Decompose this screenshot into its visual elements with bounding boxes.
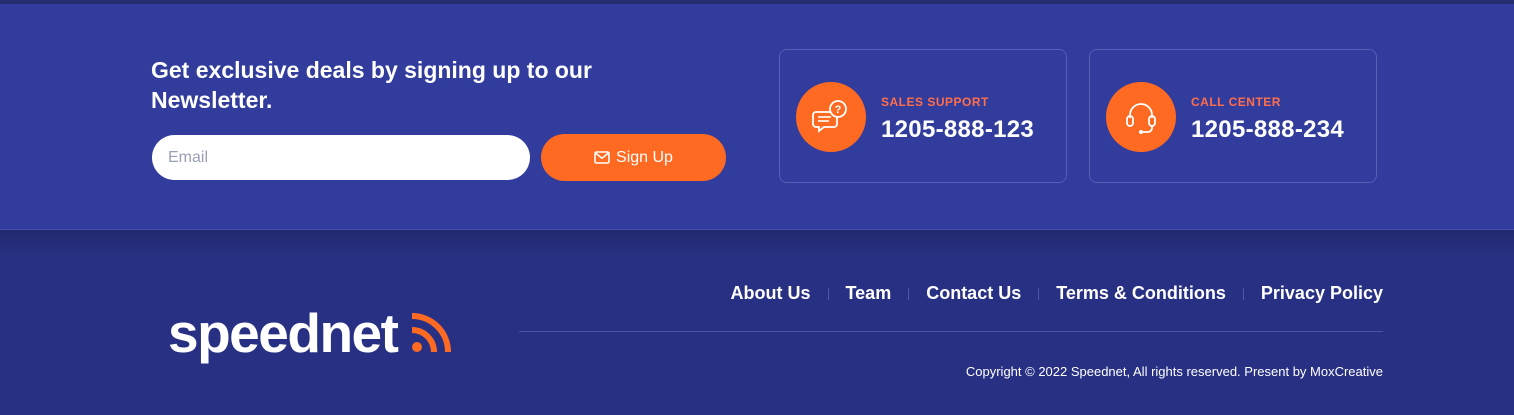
speednet-logo[interactable]: speednet (168, 302, 451, 364)
newsletter-section: Get exclusive deals by signing up to our… (0, 4, 1514, 230)
svg-text:?: ? (835, 104, 842, 116)
email-input[interactable] (152, 135, 530, 180)
nav-separator (827, 287, 829, 300)
nav-privacy-policy[interactable]: Privacy Policy (1261, 283, 1383, 304)
call-center-icon-circle (1106, 82, 1176, 152)
headset-icon (1126, 103, 1156, 134)
footer-divider (519, 331, 1383, 332)
call-center-card: CALL CENTER 1205-888-234 (1089, 49, 1377, 183)
sales-support-card: ? SALES SUPPORT 1205-888-123 (779, 49, 1067, 183)
contact-phone[interactable]: 1205-888-123 (881, 116, 1034, 144)
signal-wave-icon (411, 313, 451, 353)
nav-team[interactable]: Team (846, 283, 892, 304)
nav-about-us[interactable]: About Us (731, 283, 811, 304)
logo-text: speednet (168, 302, 399, 364)
contact-label: SALES SUPPORT (881, 95, 989, 109)
sales-support-icon-circle: ? (796, 82, 866, 152)
nav-separator (1242, 287, 1244, 300)
nav-contact-us[interactable]: Contact Us (926, 283, 1021, 304)
nav-separator (1038, 287, 1040, 300)
signup-button-label: Sign Up (616, 148, 673, 166)
signup-button[interactable]: Sign Up (541, 134, 726, 181)
nav-separator (908, 287, 910, 300)
footer: speednet About Us Team Contact Us Terms … (0, 230, 1514, 415)
contact-phone[interactable]: 1205-888-234 (1191, 116, 1344, 144)
footer-nav: About Us Team Contact Us Terms & Conditi… (731, 283, 1383, 304)
chat-question-icon: ? (812, 100, 847, 133)
nav-terms-conditions[interactable]: Terms & Conditions (1056, 283, 1226, 304)
envelope-icon (594, 151, 610, 164)
newsletter-title: Get exclusive deals by signing up to our… (151, 57, 592, 113)
copyright-text: Copyright © 2022 Speednet, All rights re… (965, 364, 1383, 379)
contact-label: CALL CENTER (1191, 95, 1281, 109)
